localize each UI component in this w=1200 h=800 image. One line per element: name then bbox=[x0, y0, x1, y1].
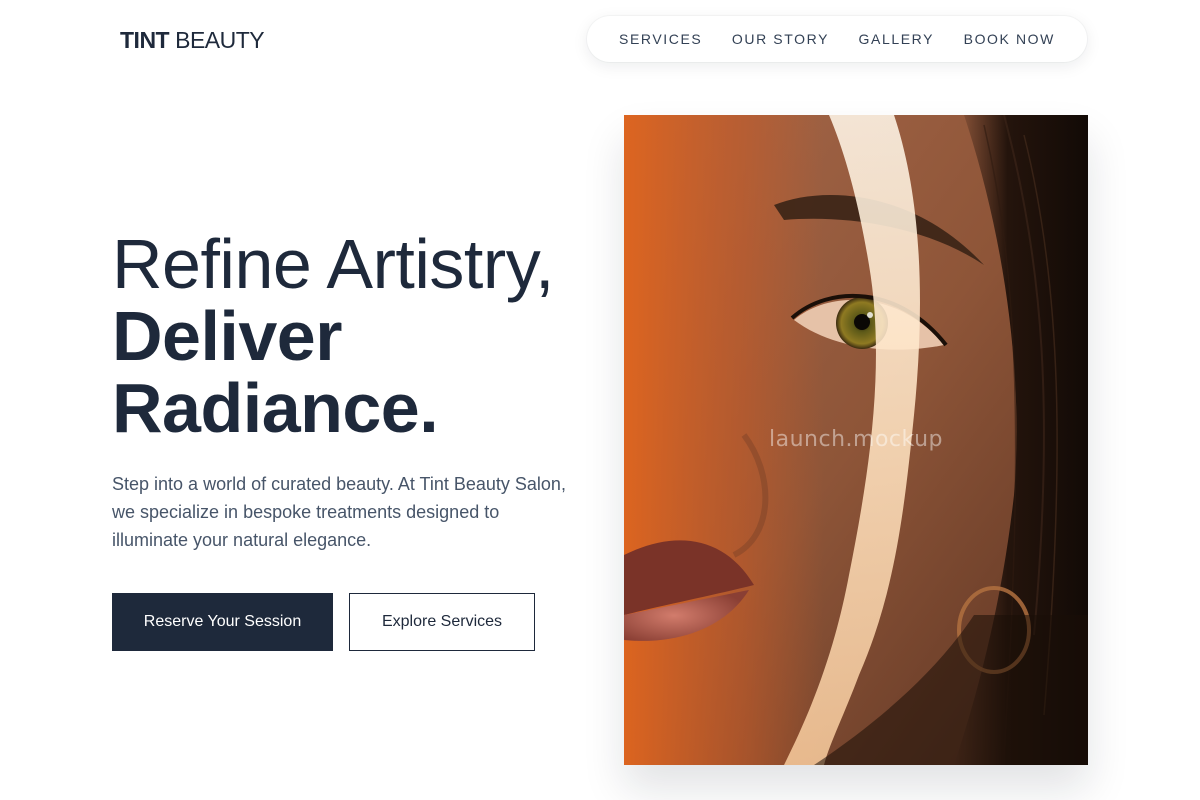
hero-headline: Refine Artistry, Deliver Radiance. bbox=[112, 228, 554, 444]
page: TINT BEAUTY SERVICES OUR STORY GALLERY BO… bbox=[0, 0, 1200, 800]
brand-logo[interactable]: TINT BEAUTY bbox=[120, 26, 265, 54]
brand-name-light: BEAUTY bbox=[175, 27, 265, 53]
hero-description: Step into a world of curated beauty. At … bbox=[112, 474, 566, 550]
reserve-session-button[interactable]: Reserve Your Session bbox=[112, 593, 333, 651]
nav-item-services[interactable]: SERVICES bbox=[619, 31, 702, 47]
nav-item-gallery[interactable]: GALLERY bbox=[859, 31, 935, 47]
brand-name-bold: TINT bbox=[120, 27, 170, 53]
main-nav: SERVICES OUR STORY GALLERY BOOK NOW bbox=[587, 16, 1087, 62]
hero-headline-line2: Deliver bbox=[112, 297, 342, 375]
nav-item-our-story[interactable]: OUR STORY bbox=[732, 31, 829, 47]
image-watermark: launch.mockup bbox=[769, 427, 943, 452]
hero-headline-line3: Radiance. bbox=[112, 369, 439, 447]
hero-portrait-image: launch.mockup bbox=[624, 115, 1088, 765]
explore-services-button[interactable]: Explore Services bbox=[349, 593, 535, 651]
nav-item-book-now[interactable]: BOOK NOW bbox=[964, 31, 1055, 47]
hero-headline-line1: Refine Artistry, bbox=[112, 225, 554, 303]
